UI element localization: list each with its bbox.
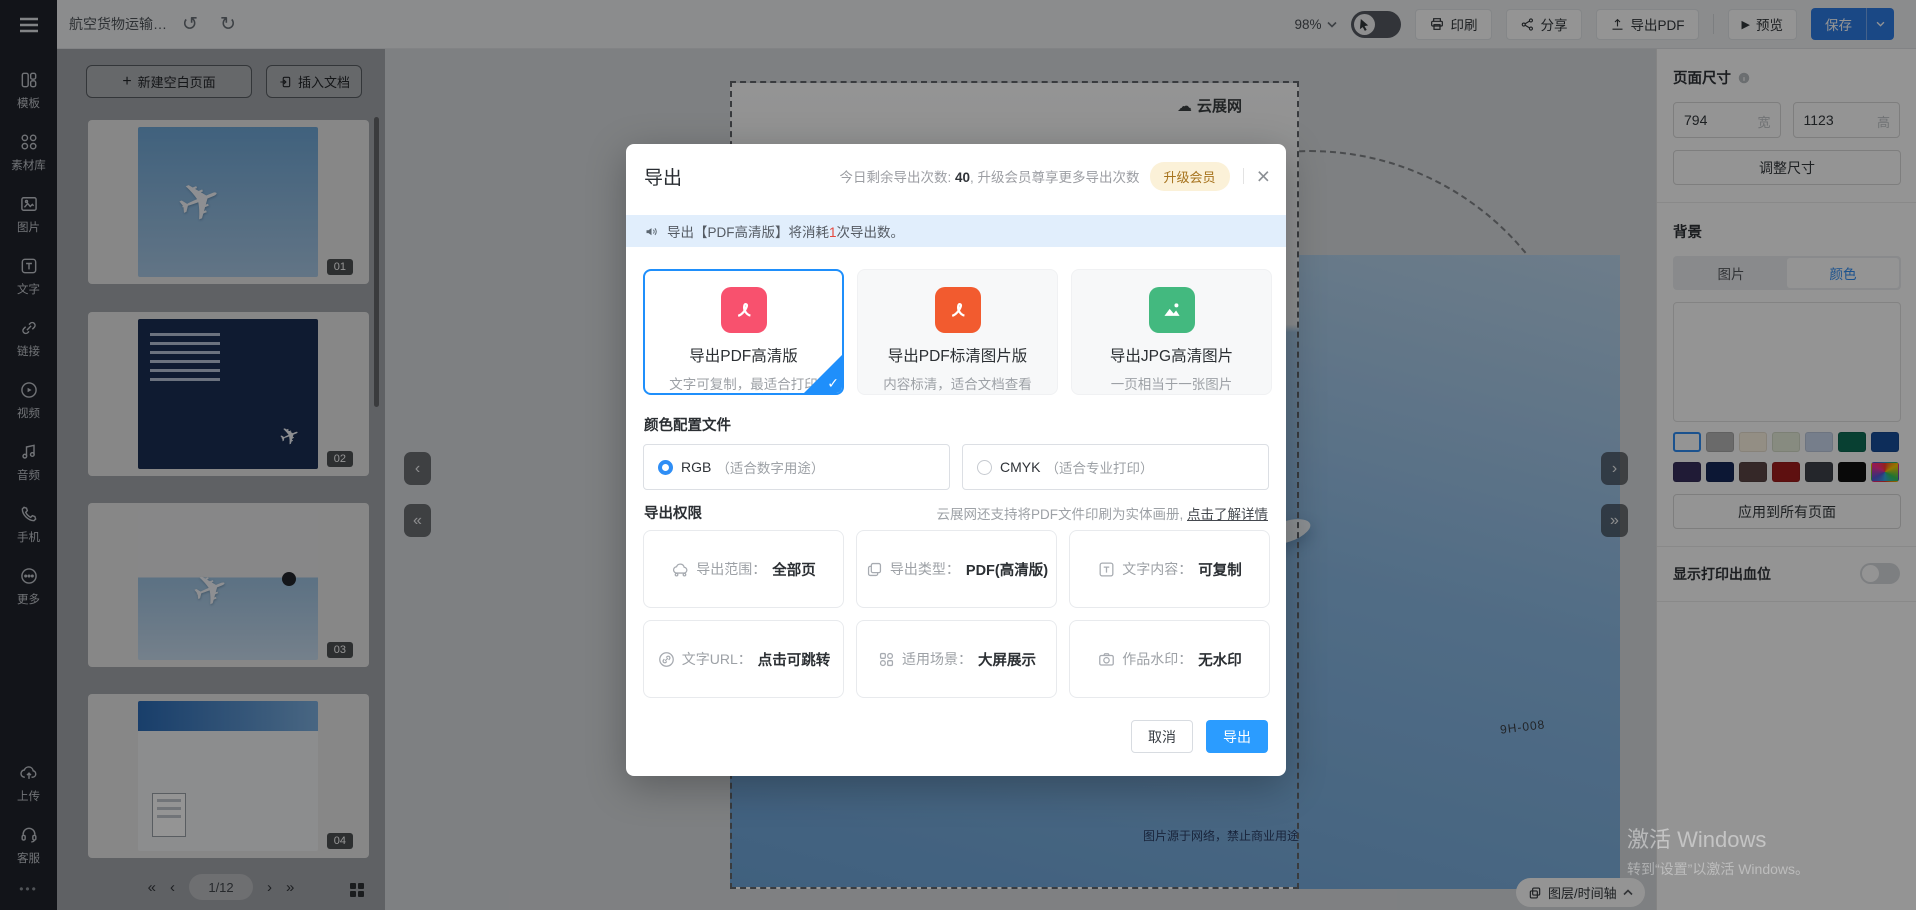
pages-cloud-icon bbox=[671, 560, 690, 579]
format-card-pdf-hd[interactable]: 导出PDF高清版 文字可复制，最适合打印 ✓ bbox=[643, 269, 844, 395]
radio-unselected-icon bbox=[977, 460, 992, 475]
option-export-type: 导出类型： PDF(高清版) bbox=[856, 530, 1057, 608]
option-export-range: 导出范围： 全部页 bbox=[643, 530, 844, 608]
color-profile-label: 颜色配置文件 bbox=[644, 414, 731, 435]
radio-selected-icon bbox=[658, 460, 673, 475]
export-permission-label: 导出权限 bbox=[644, 502, 702, 523]
speaker-icon bbox=[644, 224, 659, 239]
format-card-jpg[interactable]: 导出JPG高清图片 一页相当于一张图片 bbox=[1071, 269, 1272, 395]
close-icon[interactable]: × bbox=[1257, 165, 1270, 188]
cmyk-radio-option[interactable]: CMYK （适合专业打印） bbox=[962, 444, 1269, 490]
upgrade-member-badge[interactable]: 升级会员 bbox=[1150, 162, 1230, 191]
header-divider bbox=[1243, 168, 1244, 184]
cancel-button[interactable]: 取消 bbox=[1131, 720, 1193, 753]
text-box-icon bbox=[1097, 560, 1116, 579]
camera-icon bbox=[1097, 650, 1116, 669]
option-text-content: 文字内容： 可复制 bbox=[1069, 530, 1270, 608]
export-dialog: 导出 今日剩余导出次数: 40, 升级会员尊享更多导出次数 升级会员 × 导出【… bbox=[626, 144, 1286, 776]
notice-count: 1 bbox=[829, 225, 837, 240]
copy-pages-icon bbox=[865, 560, 884, 579]
learn-more-link[interactable]: 点击了解详情 bbox=[1187, 507, 1268, 522]
grid-icon bbox=[877, 650, 896, 669]
quota-count: 40 bbox=[955, 170, 970, 185]
option-watermark: 作品水印： 无水印 bbox=[1069, 620, 1270, 698]
confirm-export-button[interactable]: 导出 bbox=[1206, 720, 1268, 753]
dialog-title: 导出 bbox=[644, 163, 682, 190]
pdf-icon bbox=[721, 287, 767, 333]
option-use-scene: 适用场景： 大屏展示 bbox=[856, 620, 1057, 698]
jpg-image-icon bbox=[1149, 287, 1195, 333]
rgb-radio-option[interactable]: RGB （适合数字用途） bbox=[643, 444, 950, 490]
link-circle-icon bbox=[657, 650, 676, 669]
export-notice-bar: 导出【PDF高清版】将消耗1次导出数。 bbox=[626, 215, 1286, 247]
format-card-pdf-sd[interactable]: 导出PDF标清图片版 内容标清，适合文档查看 bbox=[857, 269, 1058, 395]
pdf-icon bbox=[935, 287, 981, 333]
app-window: 航空货物运输… ↺ ↻ 98% 印刷 分享 导出PDF bbox=[0, 0, 1916, 910]
check-icon: ✓ bbox=[827, 375, 839, 392]
option-text-url: 文字URL： 点击可跳转 bbox=[643, 620, 844, 698]
quota-text: 今日剩余导出次数: 40, 升级会员尊享更多导出次数 bbox=[839, 166, 1139, 186]
